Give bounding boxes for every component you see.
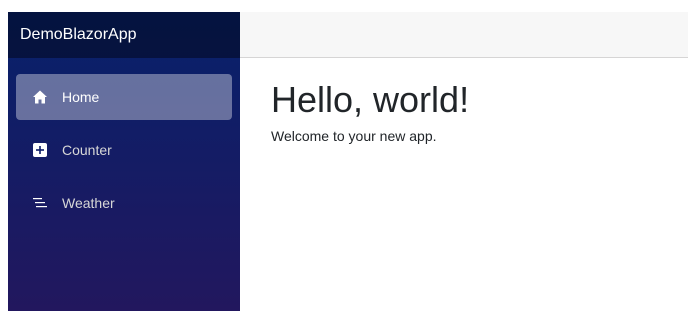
home-icon [32,89,48,105]
top-row [240,12,688,58]
plus-square-icon [32,142,48,158]
nav-menu: Home Counter Weather [8,58,240,226]
nav-item-label: Weather [62,195,115,211]
app-shell: DemoBlazorApp Home Counter Weather Hello… [8,12,688,311]
brand-link[interactable]: DemoBlazorApp [20,26,137,44]
nav-item-label: Home [62,89,100,105]
welcome-text: Welcome to your new app. [271,127,437,144]
list-icon [32,195,48,211]
nav-item-home[interactable]: Home [16,74,232,120]
brand-bar: DemoBlazorApp [8,12,240,58]
nav-item-counter[interactable]: Counter [16,127,232,173]
nav-item-label: Counter [62,142,112,158]
nav-item-weather[interactable]: Weather [16,180,232,226]
page-title: Hello, world! [271,79,470,120]
sidebar: DemoBlazorApp Home Counter Weather [8,12,240,311]
main-area: Hello, world! Welcome to your new app. [240,12,688,311]
page-content: Hello, world! Welcome to your new app. [240,58,688,144]
